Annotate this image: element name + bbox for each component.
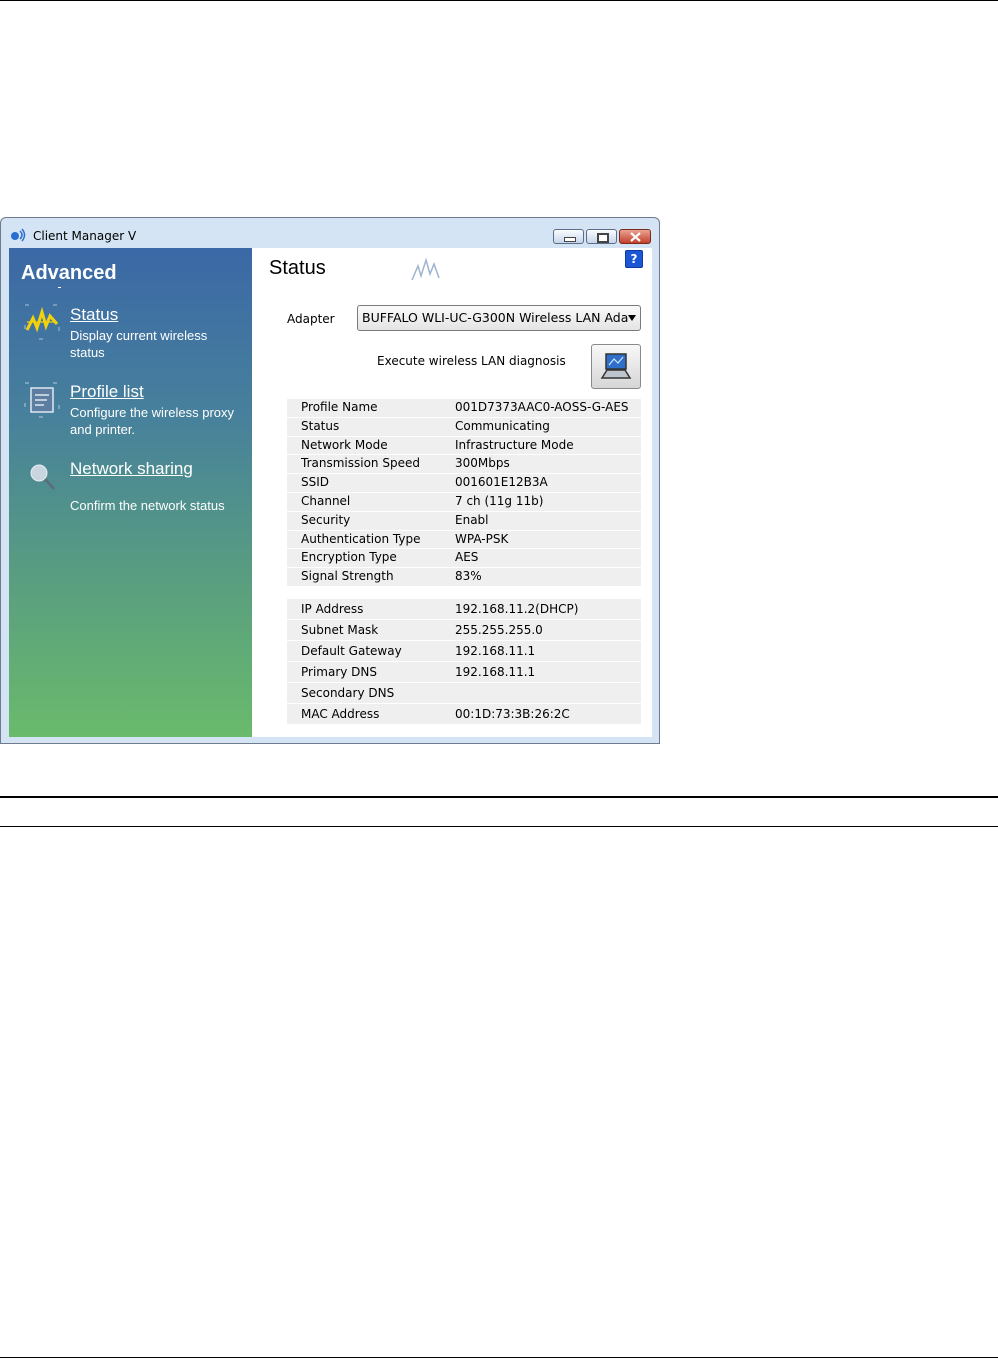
info-value: Infrastructure Mode — [455, 437, 574, 452]
close-button[interactable] — [619, 229, 651, 244]
info-row: Status Communicating — [287, 417, 641, 436]
section-rule-top — [0, 796, 998, 798]
maximize-button[interactable] — [586, 229, 617, 244]
help-button[interactable]: ? — [625, 250, 643, 268]
sidebar-item-status[interactable]: Status — [70, 305, 118, 325]
info-key: Status — [301, 418, 340, 433]
info-row: Security Enabl — [287, 511, 641, 530]
info-value: 192.168.11.2(DHCP) — [455, 602, 579, 616]
network-info-table: IP Address 192.168.11.2(DHCP) Subnet Mask 2… — [287, 599, 641, 725]
info-key: Subnet Mask — [301, 623, 379, 637]
info-value: 7 ch (11g 11b) — [455, 493, 544, 508]
diagnosis-label: Execute wireless LAN diagnosis — [377, 354, 566, 368]
info-row: Default Gateway 192.168.11.1 — [287, 641, 641, 661]
info-row: IP Address 192.168.11.2(DHCP) — [287, 599, 641, 619]
info-value: 001601E12B3A — [455, 475, 548, 490]
window-title: Client Manager V — [33, 229, 137, 243]
client-manager-window: Client Manager V Advanced Status Display… — [0, 217, 660, 744]
signal-wave-icon — [411, 257, 440, 281]
info-key: Primary DNS — [301, 665, 378, 679]
info-key: Secondary DNS — [301, 686, 395, 700]
info-value: 192.168.11.1 — [455, 665, 536, 679]
title-bar[interactable]: Client Manager V — [1, 218, 659, 248]
info-key: IP Address — [301, 602, 364, 616]
sidebar-item-network-sharing[interactable]: Network sharing — [70, 459, 193, 479]
minimize-icon — [564, 237, 576, 242]
bottom-rule — [0, 1357, 998, 1358]
diagnosis-button[interactable] — [591, 344, 641, 389]
info-value: AES — [455, 550, 479, 565]
info-row: Authentication Type WPA-PSK — [287, 530, 641, 549]
network-sharing-icon[interactable] — [24, 459, 60, 495]
info-key: MAC Address — [301, 707, 380, 721]
info-value: 300Mbps — [455, 456, 510, 471]
page-title: Status — [269, 257, 326, 279]
main-panel: Status ? Adapter BUFFALO WLI-UC-G300N Wi… — [252, 248, 652, 737]
sidebar: Advanced Status Display current wireless… — [9, 248, 252, 737]
info-key: Authentication Type — [301, 531, 421, 546]
top-rule — [0, 0, 998, 1]
status-wave-icon[interactable] — [24, 304, 60, 340]
sidebar-item-status-description: Display current wireless status — [70, 328, 208, 360]
info-row: Signal Strength 83% — [287, 568, 641, 586]
wireless-info-table: Profile Name 001D7373AAC0-AOSS-G-AES Statu… — [287, 399, 641, 587]
info-value: 192.168.11.1 — [455, 644, 536, 658]
info-row: Subnet Mask 255.255.255.0 — [287, 620, 641, 640]
sidebar-divider — [58, 287, 61, 288]
info-row: Primary DNS 192.168.11.1 — [287, 662, 641, 682]
info-key: Network Mode — [301, 437, 388, 452]
info-row: Network Mode Infrastructure Mode — [287, 436, 641, 455]
profile-list-icon[interactable] — [24, 382, 60, 418]
info-key: SSID — [301, 475, 330, 490]
info-key: Signal Strength — [301, 569, 394, 584]
sidebar-item-profile-list[interactable]: Profile list — [70, 382, 144, 402]
chevron-down-icon — [628, 315, 636, 321]
close-icon — [630, 232, 641, 242]
info-row: Transmission Speed 300Mbps — [287, 455, 641, 474]
info-key: Transmission Speed — [301, 456, 420, 471]
maximize-icon — [597, 233, 609, 243]
adapter-label: Adapter — [287, 312, 335, 326]
minimize-button[interactable] — [553, 229, 584, 244]
info-key: Profile Name — [301, 400, 378, 414]
info-row: Profile Name 001D7373AAC0-AOSS-G-AES — [287, 399, 641, 417]
info-value: Enabl — [455, 512, 489, 527]
sidebar-title: Advanced — [21, 262, 117, 284]
info-row: Secondary DNS — [287, 683, 641, 703]
adapter-dropdown[interactable]: BUFFALO WLI-UC-G300N Wireless LAN Ada — [357, 305, 641, 331]
sidebar-item-profile-list-description: Configure the wireless proxy and printer… — [70, 405, 235, 437]
info-value: 83% — [455, 569, 482, 584]
section-rule-bottom — [0, 826, 998, 827]
info-value: Communicating — [455, 418, 550, 433]
info-row: MAC Address 00:1D:73:3B:26:2C — [287, 704, 641, 724]
info-value: 255.255.255.0 — [455, 623, 543, 637]
info-value: 00:1D:73:3B:26:2C — [455, 707, 570, 721]
info-key: Security — [301, 512, 351, 527]
info-key: Encryption Type — [301, 550, 397, 565]
info-value: 001D7373AAC0-AOSS-G-AES — [455, 400, 629, 414]
adapter-selected-value: BUFFALO WLI-UC-G300N Wireless LAN Ada — [362, 310, 629, 325]
info-row: Encryption Type AES — [287, 549, 641, 568]
info-row: SSID 001601E12B3A — [287, 474, 641, 492]
laptop-diagnosis-icon — [600, 353, 632, 379]
info-value: WPA-PSK — [455, 531, 509, 546]
info-key: Channel — [301, 493, 351, 508]
info-row: Channel 7 ch (11g 11b) — [287, 492, 641, 511]
wireless-app-icon — [11, 228, 26, 242]
info-key: Default Gateway — [301, 644, 402, 658]
sidebar-item-network-sharing-description: Confirm the network status — [70, 498, 225, 513]
